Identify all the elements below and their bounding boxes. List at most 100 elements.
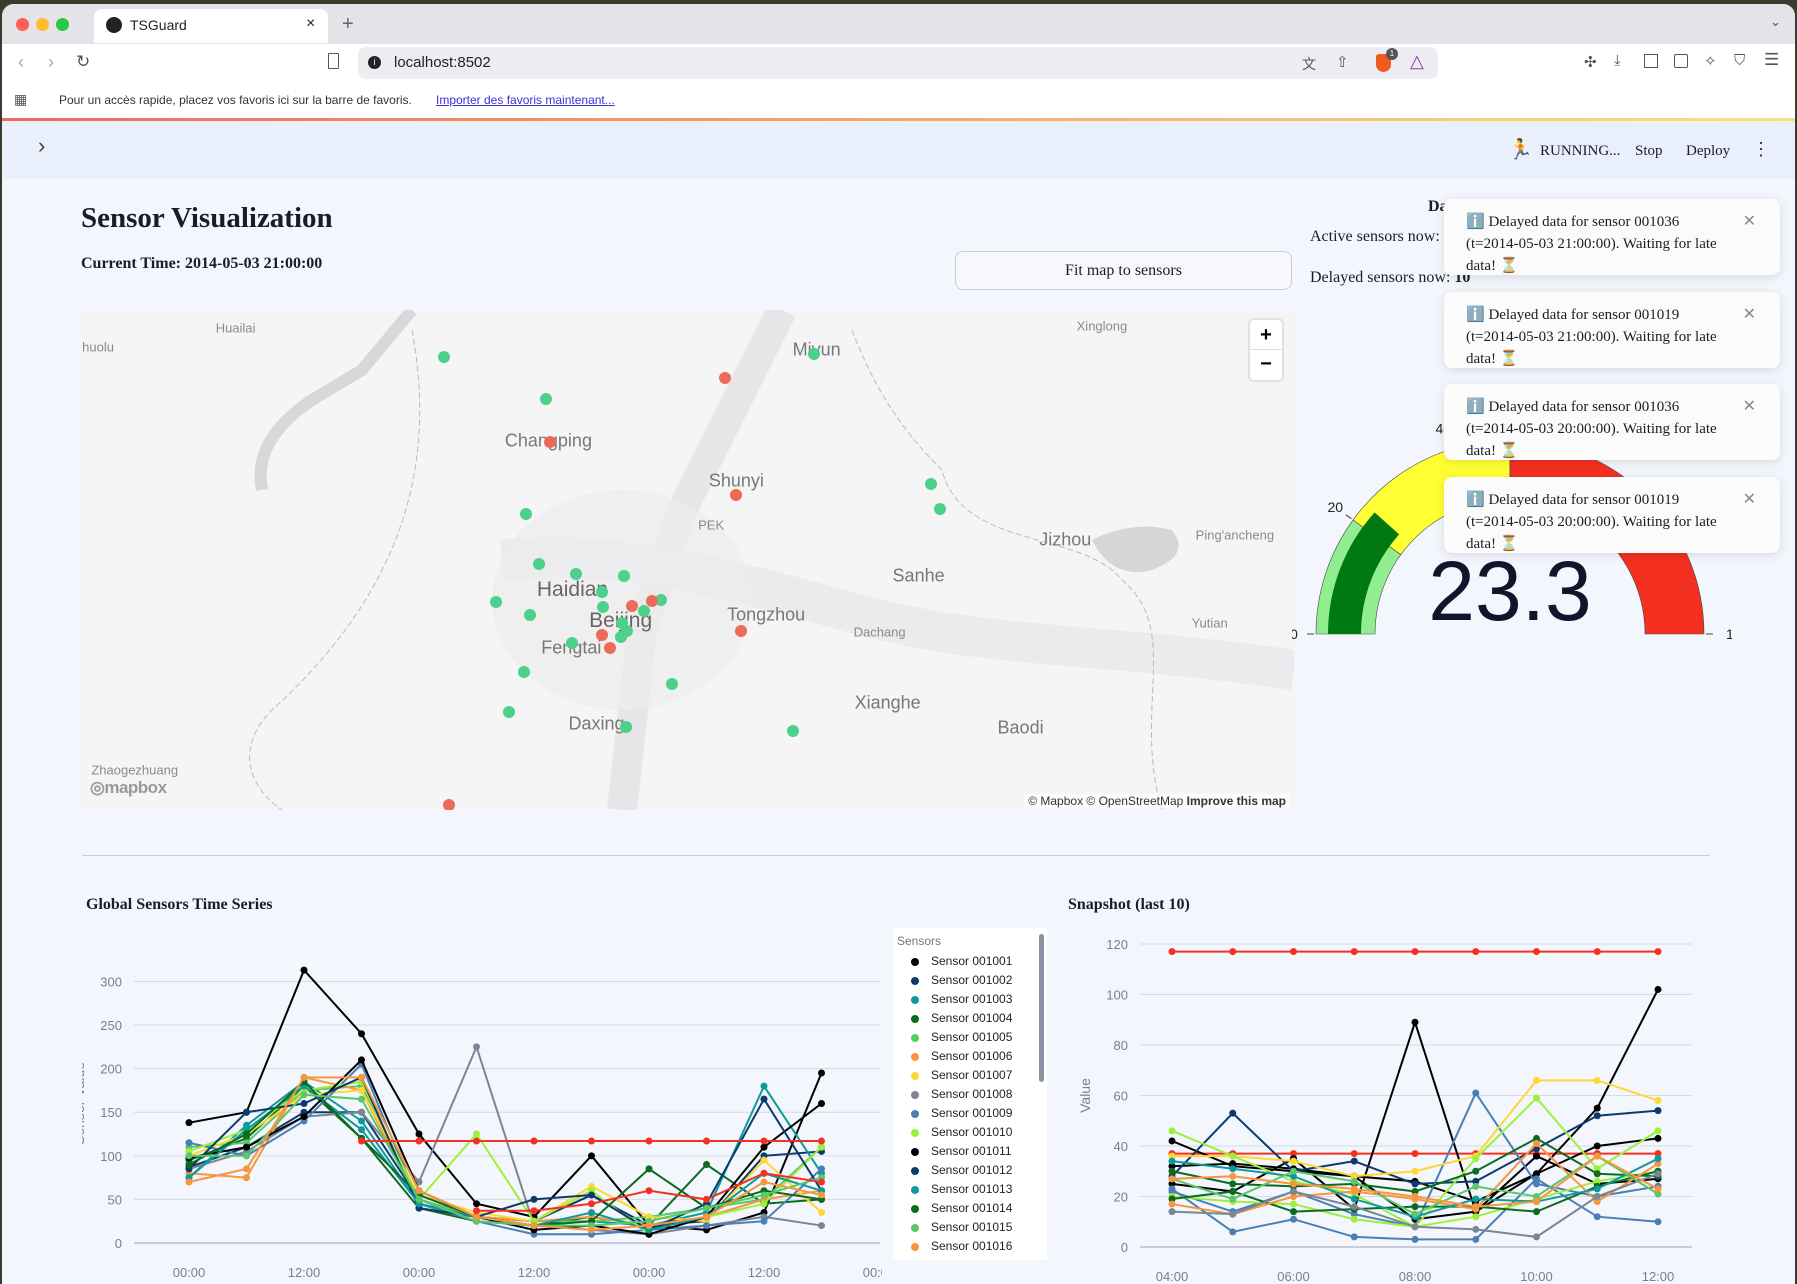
sensor-marker-ok[interactable] — [934, 503, 947, 516]
data-point[interactable] — [1229, 1165, 1237, 1173]
data-point[interactable] — [473, 1213, 480, 1221]
data-point[interactable] — [1168, 1167, 1176, 1175]
data-point[interactable] — [243, 1152, 250, 1160]
data-point[interactable] — [1472, 1167, 1480, 1175]
reload-icon[interactable]: ↻ — [76, 52, 90, 72]
data-point[interactable] — [1350, 1157, 1358, 1165]
data-point[interactable] — [1533, 1233, 1540, 1241]
data-point[interactable] — [243, 1130, 250, 1138]
data-point[interactable] — [300, 966, 308, 974]
data-point[interactable] — [243, 1108, 250, 1116]
data-point[interactable] — [1290, 1167, 1297, 1175]
data-point[interactable] — [818, 1178, 825, 1186]
import-bookmarks-link[interactable]: Importer des favoris maintenant... — [436, 93, 615, 107]
data-point[interactable] — [703, 1161, 710, 1169]
data-point[interactable] — [1168, 1208, 1176, 1216]
data-point[interactable] — [1533, 1180, 1540, 1188]
data-point[interactable] — [1229, 1187, 1237, 1195]
data-point[interactable] — [1533, 1139, 1540, 1147]
data-point[interactable] — [1229, 948, 1237, 956]
data-point[interactable] — [1350, 1177, 1358, 1185]
close-toast-button[interactable]: ✕ — [1743, 211, 1756, 233]
sensor-marker-ok[interactable] — [620, 721, 633, 734]
series-line[interactable] — [185, 1078, 826, 1230]
data-point[interactable] — [760, 1191, 768, 1199]
data-point[interactable] — [1593, 1152, 1601, 1160]
data-point[interactable] — [1593, 1104, 1601, 1112]
tab-list-chevron-icon[interactable]: ⌄ — [1770, 14, 1781, 30]
sensor-marker-delayed[interactable] — [626, 599, 639, 612]
sensor-marker-delayed[interactable] — [718, 371, 731, 384]
main-menu-icon[interactable]: ⋮ — [1752, 139, 1770, 160]
legend-item[interactable]: Sensor 001016 — [901, 1239, 1012, 1253]
sensor-marker-delayed[interactable] — [543, 435, 556, 448]
data-point[interactable] — [645, 1222, 653, 1230]
wallet-icon[interactable] — [1674, 54, 1688, 68]
data-point[interactable] — [760, 1095, 768, 1103]
data-point[interactable] — [358, 1095, 365, 1103]
series-line[interactable] — [185, 1073, 826, 1230]
data-point[interactable] — [1229, 1195, 1237, 1203]
data-point[interactable] — [243, 1174, 250, 1182]
data-point[interactable] — [818, 1208, 825, 1216]
data-point[interactable] — [185, 1161, 193, 1169]
close-toast-button[interactable]: ✕ — [1743, 304, 1756, 326]
forward-icon[interactable]: › — [48, 52, 54, 73]
data-point[interactable] — [1593, 1142, 1601, 1150]
data-point[interactable] — [185, 1119, 193, 1127]
data-point[interactable] — [530, 1195, 538, 1203]
minimize-window-button[interactable] — [36, 18, 49, 31]
global-time-series-chart[interactable]: 0 50 100 150 200 250 300 Sensor Value 00:00 12:00… — [82, 924, 882, 1284]
data-point[interactable] — [1472, 1182, 1480, 1190]
data-point[interactable] — [588, 1226, 595, 1234]
data-point[interactable] — [645, 1137, 653, 1145]
legend-item[interactable]: Sensor 001014 — [901, 1201, 1012, 1215]
sensor-marker-ok[interactable] — [524, 608, 537, 621]
menu-icon[interactable]: ☰ — [1764, 50, 1779, 70]
data-point[interactable] — [185, 1178, 193, 1186]
data-point[interactable] — [760, 1137, 768, 1145]
maximize-window-button[interactable] — [56, 18, 69, 31]
data-point[interactable] — [1168, 948, 1176, 956]
sensor-marker-ok[interactable] — [566, 637, 579, 650]
sensor-marker-delayed[interactable] — [734, 624, 747, 637]
legend-item[interactable]: Sensor 001002 — [901, 973, 1012, 987]
data-point[interactable] — [473, 1043, 480, 1051]
data-point[interactable] — [1350, 1215, 1358, 1223]
data-point[interactable] — [473, 1207, 480, 1215]
data-point[interactable] — [1290, 1157, 1297, 1165]
data-point[interactable] — [760, 1178, 768, 1186]
data-point[interactable] — [1533, 948, 1540, 956]
legend-scrollbar[interactable] — [1039, 934, 1044, 1082]
sensor-marker-ok[interactable] — [519, 507, 532, 520]
data-point[interactable] — [1350, 1195, 1358, 1203]
data-point[interactable] — [1472, 1235, 1480, 1243]
data-point[interactable] — [1229, 1152, 1237, 1160]
legend-item[interactable]: Sensor 001001 — [901, 954, 1012, 968]
data-point[interactable] — [1654, 985, 1662, 993]
close-toast-button[interactable]: ✕ — [1743, 396, 1756, 418]
data-point[interactable] — [760, 1082, 768, 1090]
data-point[interactable] — [1229, 1172, 1237, 1180]
sensor-marker-ok[interactable] — [503, 706, 516, 719]
series-line[interactable] — [1168, 948, 1662, 956]
data-point[interactable] — [645, 1165, 653, 1173]
data-point[interactable] — [415, 1195, 423, 1203]
data-point[interactable] — [358, 1137, 365, 1145]
data-point[interactable] — [703, 1222, 710, 1230]
legend-item[interactable]: Sensor 001012 — [901, 1163, 1012, 1177]
data-point[interactable] — [703, 1195, 710, 1203]
data-point[interactable] — [1472, 1203, 1480, 1211]
close-toast-button[interactable]: ✕ — [1743, 489, 1756, 511]
data-point[interactable] — [1533, 1152, 1540, 1160]
stop-button[interactable]: Stop — [1635, 143, 1663, 160]
data-point[interactable] — [1229, 1180, 1237, 1188]
sensor-marker-ok[interactable] — [596, 585, 609, 598]
data-point[interactable] — [1654, 1097, 1662, 1105]
data-point[interactable] — [1168, 1127, 1176, 1135]
data-point[interactable] — [1290, 1187, 1297, 1195]
back-icon[interactable]: ‹ — [18, 52, 24, 73]
data-point[interactable] — [358, 1030, 365, 1038]
brave-rewards-icon[interactable]: △ — [1410, 51, 1424, 72]
data-point[interactable] — [1654, 1134, 1662, 1142]
